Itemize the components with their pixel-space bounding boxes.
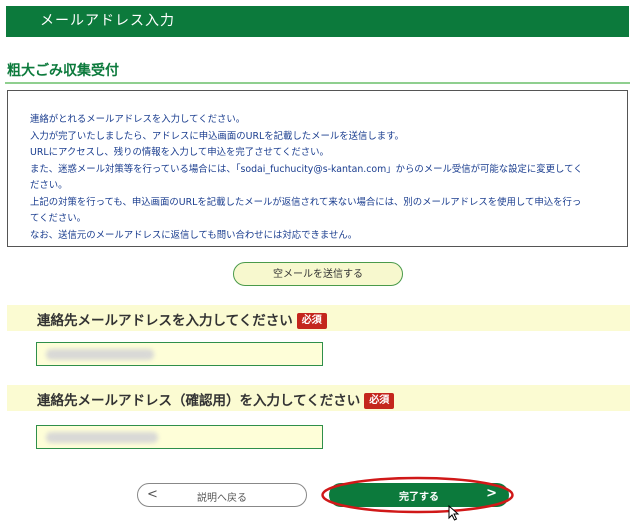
email-label-text: 連絡先メールアドレスを入力してください: [37, 313, 293, 329]
complete-button[interactable]: 完了する >: [329, 483, 509, 507]
email-label-band: 連絡先メールアドレスを入力してください 必須: [7, 305, 630, 331]
notice-line: 上記の対策を行っても、申込画面のURLを記載したメールが返信されて来ない場合には…: [30, 196, 582, 208]
page-header-title: メールアドレス入力: [40, 13, 175, 29]
complete-button-label: 完了する: [399, 492, 439, 503]
email-field-label: 連絡先メールアドレスを入力してください 必須: [37, 309, 327, 329]
back-button-label: 説明へ戻る: [197, 493, 247, 504]
notice-box: 連絡がとれるメールアドレスを入力してください。 入力が完了いたしましたら、アドレ…: [7, 90, 628, 247]
back-to-description-button[interactable]: < 説明へ戻る: [137, 483, 307, 507]
redacted-confirm-email-value: [46, 432, 158, 443]
email-field[interactable]: [36, 342, 323, 366]
page-header-bar: メールアドレス入力: [6, 6, 629, 37]
redacted-email-value: [46, 349, 154, 360]
confirm-email-field-label: 連絡先メールアドレス（確認用）を入力してください 必須: [37, 389, 395, 409]
required-badge: 必須: [296, 313, 327, 329]
chevron-right-icon: >: [486, 486, 497, 501]
notice-line: なお、送信元のメールアドレスに返信しても問い合わせには対応できません。: [30, 229, 358, 241]
section-title: 粗大ごみ収集受付: [7, 63, 119, 79]
confirm-email-label-text: 連絡先メールアドレス（確認用）を入力してください: [37, 393, 361, 409]
mouse-pointer-icon: [448, 505, 460, 521]
required-badge: 必須: [364, 393, 395, 409]
send-empty-mail-button[interactable]: 空メールを送信する: [233, 262, 403, 286]
notice-line: また、迷惑メール対策等を行っている場合には、「sodai_fuchucity@s…: [30, 163, 583, 175]
notice-line: てください。: [30, 213, 86, 224]
confirm-email-label-band: 連絡先メールアドレス（確認用）を入力してください 必須: [7, 385, 630, 411]
notice-line: 連絡がとれるメールアドレスを入力してください。: [30, 114, 246, 125]
section-divider: [5, 82, 630, 84]
notice-line: 入力が完了いたしましたら、アドレスに申込画面のURLを記載したメールを送信します…: [30, 130, 404, 142]
notice-line: ださい。: [30, 180, 68, 191]
confirm-email-field[interactable]: [36, 425, 323, 449]
notice-line: URLにアクセスし、残りの情報を入力して申込を完了させてください。: [30, 147, 329, 158]
notice-text: 連絡がとれるメールアドレスを入力してください。 入力が完了いたしましたら、アドレ…: [30, 112, 617, 244]
